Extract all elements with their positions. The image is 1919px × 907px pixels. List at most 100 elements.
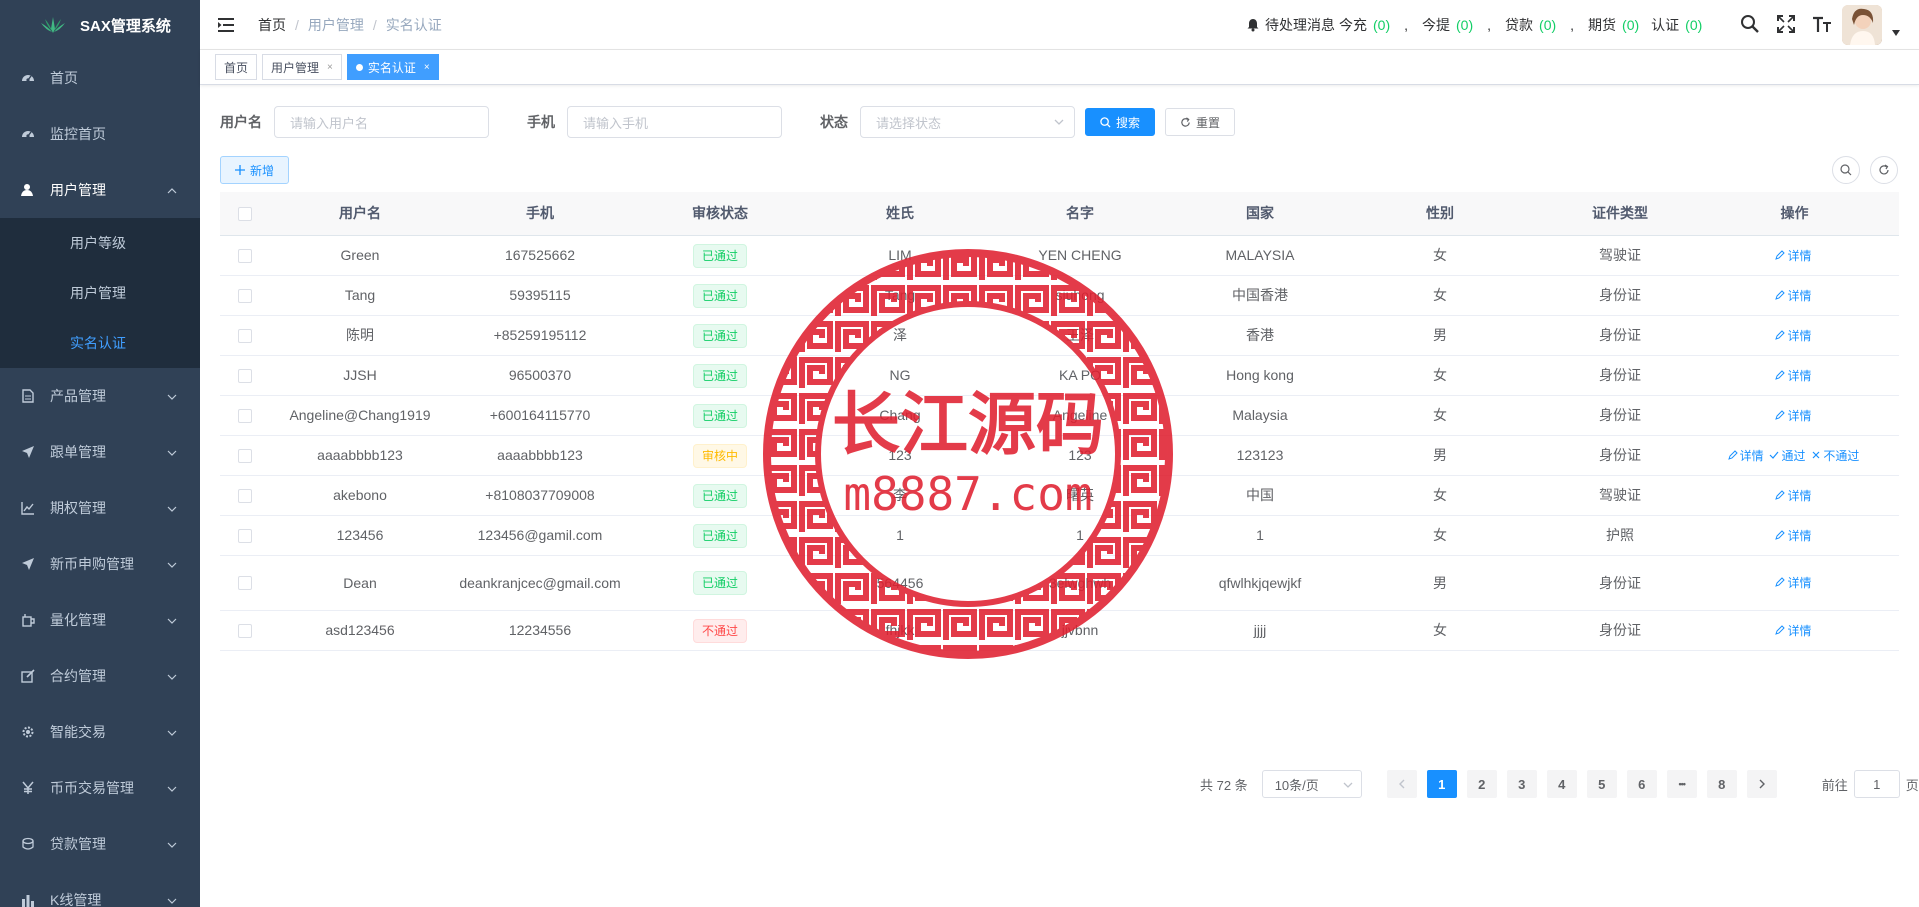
page-size-select[interactable]: 10条/页	[1261, 770, 1362, 798]
page-button[interactable]: 1	[1426, 770, 1457, 798]
page-button[interactable]: 6	[1626, 770, 1657, 798]
goto-page-input[interactable]: 1	[1853, 770, 1900, 798]
page-button[interactable]: 8	[1706, 770, 1737, 798]
avatar[interactable]	[1842, 5, 1882, 45]
sidebar-item[interactable]: 量化管理	[0, 592, 200, 648]
sidebar-item-label: 量化管理	[50, 612, 106, 628]
hamburger-icon[interactable]	[218, 17, 234, 32]
breadcrumb-user-management[interactable]: 用户管理	[308, 15, 364, 35]
page-button[interactable]: 3	[1506, 770, 1537, 798]
search-icon[interactable]	[1740, 14, 1760, 34]
username-cell: JJSH	[343, 367, 377, 383]
detail-link[interactable]: 详情	[1775, 489, 1813, 503]
approve-link[interactable]: 通过	[1769, 449, 1807, 463]
sidebar-subitem[interactable]: 用户等级	[0, 218, 200, 268]
detail-link[interactable]: 详情	[1775, 249, 1813, 263]
username-input[interactable]: 请输入用户名	[274, 106, 489, 138]
reset-button[interactable]: 重置	[1165, 108, 1236, 136]
detail-link[interactable]: 详情	[1775, 369, 1813, 383]
row-checkbox[interactable]	[238, 288, 252, 303]
status-select[interactable]: 请选择状态	[860, 106, 1075, 138]
notice-loan-count[interactable]: (0)	[1539, 17, 1556, 33]
search-button[interactable]: 搜索	[1085, 108, 1156, 136]
detail-link[interactable]: 详情	[1727, 449, 1766, 463]
page-button[interactable]: 4	[1546, 770, 1577, 798]
tag-user-management[interactable]: 用户管理 ×	[262, 54, 342, 80]
row-checkbox[interactable]	[238, 576, 252, 590]
caret-down-icon[interactable]	[1892, 30, 1900, 36]
row-checkbox[interactable]	[238, 408, 252, 423]
detail-link[interactable]: 详情	[1775, 409, 1813, 423]
sidebar-item-label: 期权管理	[50, 500, 106, 516]
add-button[interactable]: 新增	[220, 156, 290, 184]
close-icon[interactable]: ×	[424, 62, 430, 73]
row-checkbox[interactable]	[238, 623, 252, 638]
notice-withdraw-count[interactable]: (0)	[1456, 17, 1473, 33]
chevron-right-icon	[1759, 779, 1765, 789]
avatar-image-icon	[1842, 5, 1882, 45]
detail-link[interactable]: 详情	[1775, 329, 1813, 343]
sidebar-item[interactable]: 新币申购管理	[0, 536, 200, 592]
sidebar-item[interactable]: 期权管理	[0, 480, 200, 536]
sidebar-item[interactable]: 跟单管理	[0, 424, 200, 480]
toggle-search-button[interactable]	[1832, 156, 1860, 184]
row-checkbox[interactable]	[238, 248, 252, 263]
sidebar-item[interactable]: 贷款管理	[0, 816, 200, 872]
row-checkbox[interactable]	[238, 448, 252, 463]
phone-input[interactable]: 请输入手机	[567, 106, 782, 138]
reject-link[interactable]: 不通过	[1811, 449, 1861, 463]
select-all-checkbox[interactable]	[238, 206, 252, 221]
close-icon[interactable]: ×	[327, 62, 333, 73]
page-button[interactable]: 2	[1466, 770, 1497, 798]
row-checkbox[interactable]	[238, 528, 252, 543]
sidebar-item[interactable]: 用户管理	[0, 162, 200, 218]
sidebar-subitem[interactable]: 实名认证	[0, 318, 200, 368]
next-page-button[interactable]	[1746, 770, 1777, 798]
status-badge: 已通过	[692, 403, 747, 428]
row-checkbox[interactable]	[238, 328, 252, 343]
tag-verification[interactable]: 实名认证 ×	[346, 54, 439, 80]
detail-link[interactable]: 详情	[1775, 624, 1813, 638]
page-button[interactable]: 5	[1586, 770, 1617, 798]
sidebar-subitem[interactable]: 用户管理	[0, 268, 200, 318]
fullscreen-icon[interactable]	[1776, 14, 1796, 34]
sidebar-item[interactable]: 监控首页	[0, 106, 200, 162]
notice-verify-count[interactable]: (0)	[1685, 17, 1702, 33]
sidebar-item-label: 智能交易	[50, 724, 106, 740]
notice-recharge-count[interactable]: (0)	[1373, 17, 1390, 33]
sidebar-item[interactable]: 合约管理	[0, 648, 200, 704]
detail-link[interactable]: 详情	[1775, 529, 1813, 543]
status-badge: 已通过	[692, 323, 747, 348]
surname-cell: LIM	[888, 247, 912, 263]
sidebar-item[interactable]: 币币交易管理	[0, 760, 200, 816]
refresh-table-button[interactable]	[1870, 156, 1898, 184]
breadcrumb-home[interactable]: 首页	[258, 15, 286, 35]
phone-cell: 59395115	[509, 287, 571, 303]
surname-cell: NG	[889, 367, 911, 383]
row-checkbox[interactable]	[238, 488, 252, 503]
name-cell: 123	[1068, 447, 1092, 463]
sidebar: SAX管理系统 首页 监控首页 用户管理 用户等级 用户管理 实名认证 产品管理 跟单管理 期权…	[0, 0, 200, 907]
sidebar-item-label: 合约管理	[50, 668, 106, 684]
pending-notice: 待处理消息 今充 (0) , 今提 (0) , 贷款 (0) , 期货 (0) …	[1246, 0, 1704, 50]
notice-futures-count[interactable]: (0)	[1622, 17, 1639, 33]
row-checkbox[interactable]	[238, 368, 252, 383]
detail-link[interactable]: 详情	[1775, 289, 1813, 303]
country-cell: 香港	[1246, 327, 1274, 343]
surname-cell: 1	[896, 527, 904, 543]
prev-page-button[interactable]	[1386, 770, 1417, 798]
detail-link[interactable]: 详情	[1775, 576, 1813, 590]
tag-home[interactable]: 首页	[215, 54, 258, 80]
more-pages-button[interactable]: •••	[1666, 770, 1697, 798]
name-cell: 3elwghwh	[1048, 574, 1112, 591]
col-gender: 性别	[1426, 205, 1454, 221]
sidebar-item[interactable]: 产品管理	[0, 368, 200, 424]
sidebar-item[interactable]: 智能交易	[0, 704, 200, 760]
sidebar-item[interactable]: K线管理	[0, 872, 200, 907]
col-surname: 姓氏	[886, 205, 914, 221]
actions-cell: 详情	[1710, 484, 1879, 508]
country-cell: 中国	[1246, 487, 1274, 503]
font-size-icon[interactable]	[1812, 14, 1832, 34]
sidebar-item[interactable]: 首页	[0, 50, 200, 106]
chevron-down-icon	[166, 894, 178, 906]
